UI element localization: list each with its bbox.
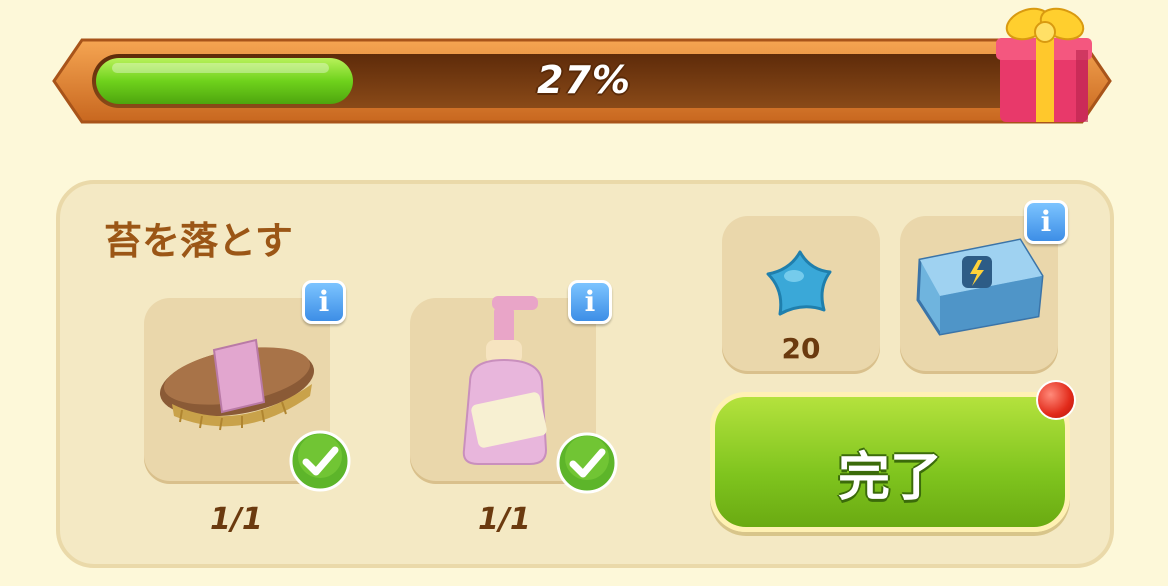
star-amount: 20 [781,332,821,365]
notification-dot [1036,380,1076,420]
info-icon[interactable]: i [568,280,612,324]
complete-button-label: 完了 [837,448,942,508]
brush-icon [159,338,315,431]
info-icon[interactable]: i [1024,200,1068,244]
reward-stars: 20 [722,216,880,374]
complete-button[interactable]: 完了 [710,392,1070,532]
item-count: 1/1 [478,502,531,537]
task-title: 苔を落とす [104,219,293,263]
check-icon [556,432,618,494]
blue-star-icon [766,250,832,316]
energy-chest-icon [916,238,1044,336]
item-count: 1/1 [210,502,263,537]
check-icon [289,430,351,492]
info-icon[interactable]: i [302,280,346,324]
soap-bottle-icon [462,296,548,465]
gift-box-icon[interactable] [992,0,1096,126]
